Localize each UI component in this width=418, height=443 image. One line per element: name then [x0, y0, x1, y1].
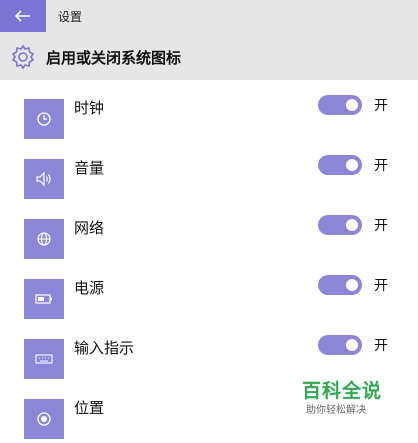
- setting-label-volume: 音量: [74, 159, 105, 177]
- page-title: 启用或关闭系统图标: [46, 49, 182, 67]
- network-tile: [24, 219, 64, 259]
- network-globe-icon: [37, 232, 51, 246]
- toggle-knob: [346, 279, 358, 291]
- toggle-knob: [346, 99, 358, 111]
- setting-row-volume: 音量 开: [0, 155, 418, 203]
- setting-label-location: 位置: [74, 399, 105, 417]
- toggle-state-network: 开: [374, 218, 388, 234]
- setting-row-power: 电源 开: [0, 275, 418, 323]
- arrow-left-icon: [15, 10, 30, 22]
- keyboard-icon: [35, 354, 53, 364]
- toggle-clock[interactable]: [318, 95, 362, 115]
- window-title: 设置: [58, 10, 83, 24]
- location-icon: [37, 412, 51, 426]
- toggle-knob: [346, 219, 358, 231]
- toggle-state-power: 开: [374, 278, 388, 294]
- toggle-state-clock: 开: [374, 98, 388, 114]
- clock-icon: [37, 112, 51, 126]
- title-bar: 设置: [0, 0, 418, 32]
- toggle-power[interactable]: [318, 275, 362, 295]
- back-button[interactable]: [0, 0, 46, 32]
- setting-label-clock: 时钟: [74, 99, 105, 117]
- input-indicator-tile: [24, 339, 64, 379]
- power-tile: [24, 279, 64, 319]
- watermark-brand: 百科全说: [302, 380, 383, 402]
- toggle-state-volume: 开: [374, 158, 388, 174]
- toggle-state-input-indicator: 开: [374, 338, 388, 354]
- clock-tile: [24, 99, 64, 139]
- setting-row-network: 网络 开: [0, 215, 418, 263]
- page-header: 启用或关闭系统图标: [0, 32, 418, 80]
- toggle-volume[interactable]: [318, 155, 362, 175]
- volume-icon: [36, 171, 51, 187]
- setting-label-network: 网络: [74, 219, 105, 237]
- toggle-knob: [346, 159, 358, 171]
- battery-icon: [35, 294, 52, 304]
- setting-label-power: 电源: [74, 279, 105, 297]
- watermark-tagline: 助你轻松解决: [306, 405, 366, 416]
- toggle-network[interactable]: [318, 215, 362, 235]
- setting-label-input-indicator: 输入指示: [74, 339, 135, 357]
- toggle-input-indicator[interactable]: [318, 335, 362, 355]
- gear-icon: [11, 44, 35, 70]
- location-tile: [24, 399, 64, 439]
- setting-row-clock: 时钟 开: [0, 95, 418, 143]
- volume-tile: [24, 159, 64, 199]
- toggle-knob: [346, 339, 358, 351]
